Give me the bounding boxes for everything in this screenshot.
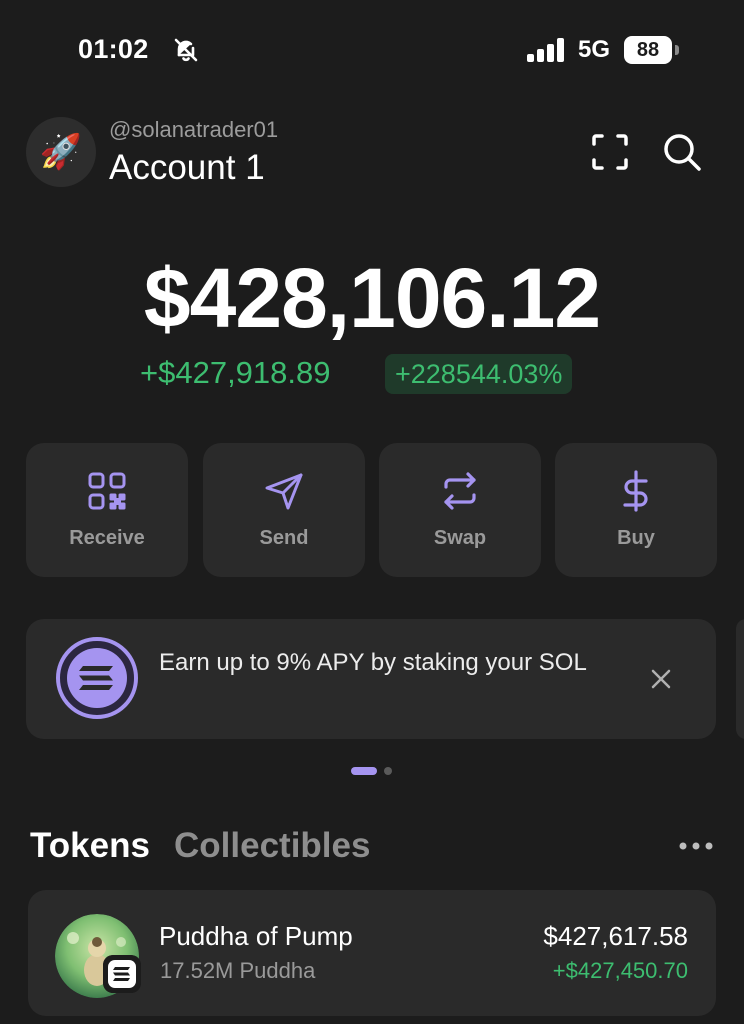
- account-handle[interactable]: @solanatrader01: [109, 117, 278, 143]
- signal-icon: [527, 38, 564, 62]
- battery-level: 88: [624, 36, 672, 64]
- account-name[interactable]: Account 1: [109, 148, 265, 188]
- carousel-dot[interactable]: [384, 767, 392, 775]
- network-type: 5G: [578, 36, 611, 63]
- balance-change-percent: +228544.03%: [385, 354, 573, 394]
- scan-icon[interactable]: [588, 130, 632, 174]
- banner-text: Earn up to 9% APY by staking your SOL: [159, 649, 587, 676]
- solana-chain-icon: [103, 955, 141, 993]
- buy-label: Buy: [617, 527, 655, 549]
- total-balance: $428,106.12: [143, 251, 601, 345]
- tab-tokens[interactable]: Tokens: [30, 826, 150, 866]
- receive-label: Receive: [69, 527, 145, 549]
- swap-button[interactable]: Swap: [379, 443, 541, 577]
- solana-logo-icon: [56, 637, 138, 719]
- buy-button[interactable]: Buy: [555, 443, 717, 577]
- send-icon: [265, 473, 303, 510]
- balance-change-value: +$427,918.89: [140, 355, 331, 390]
- close-icon[interactable]: [646, 664, 676, 694]
- avatar[interactable]: 🚀: [26, 117, 96, 187]
- qr-code-icon: [88, 472, 126, 510]
- more-options-icon[interactable]: [678, 838, 714, 854]
- tab-collectibles[interactable]: Collectibles: [174, 826, 370, 866]
- status-time: 01:02: [78, 34, 149, 64]
- token-name: Puddha of Pump: [159, 921, 353, 951]
- swap-icon: [444, 472, 476, 510]
- search-icon[interactable]: [660, 130, 704, 174]
- send-button[interactable]: Send: [203, 443, 365, 577]
- carousel-dot-active[interactable]: [351, 767, 377, 775]
- dollar-icon: [623, 470, 648, 512]
- swap-label: Swap: [433, 527, 487, 549]
- battery-icon: 88: [624, 36, 680, 64]
- next-banner-card[interactable]: [736, 619, 744, 739]
- token-value: $427,617.58: [543, 921, 688, 951]
- send-label: Send: [259, 527, 309, 549]
- token-change: +$427,450.70: [552, 958, 688, 983]
- receive-button[interactable]: Receive: [26, 443, 188, 577]
- bell-muted-icon: [174, 38, 198, 62]
- token-amount: 17.52M Puddha: [160, 958, 316, 983]
